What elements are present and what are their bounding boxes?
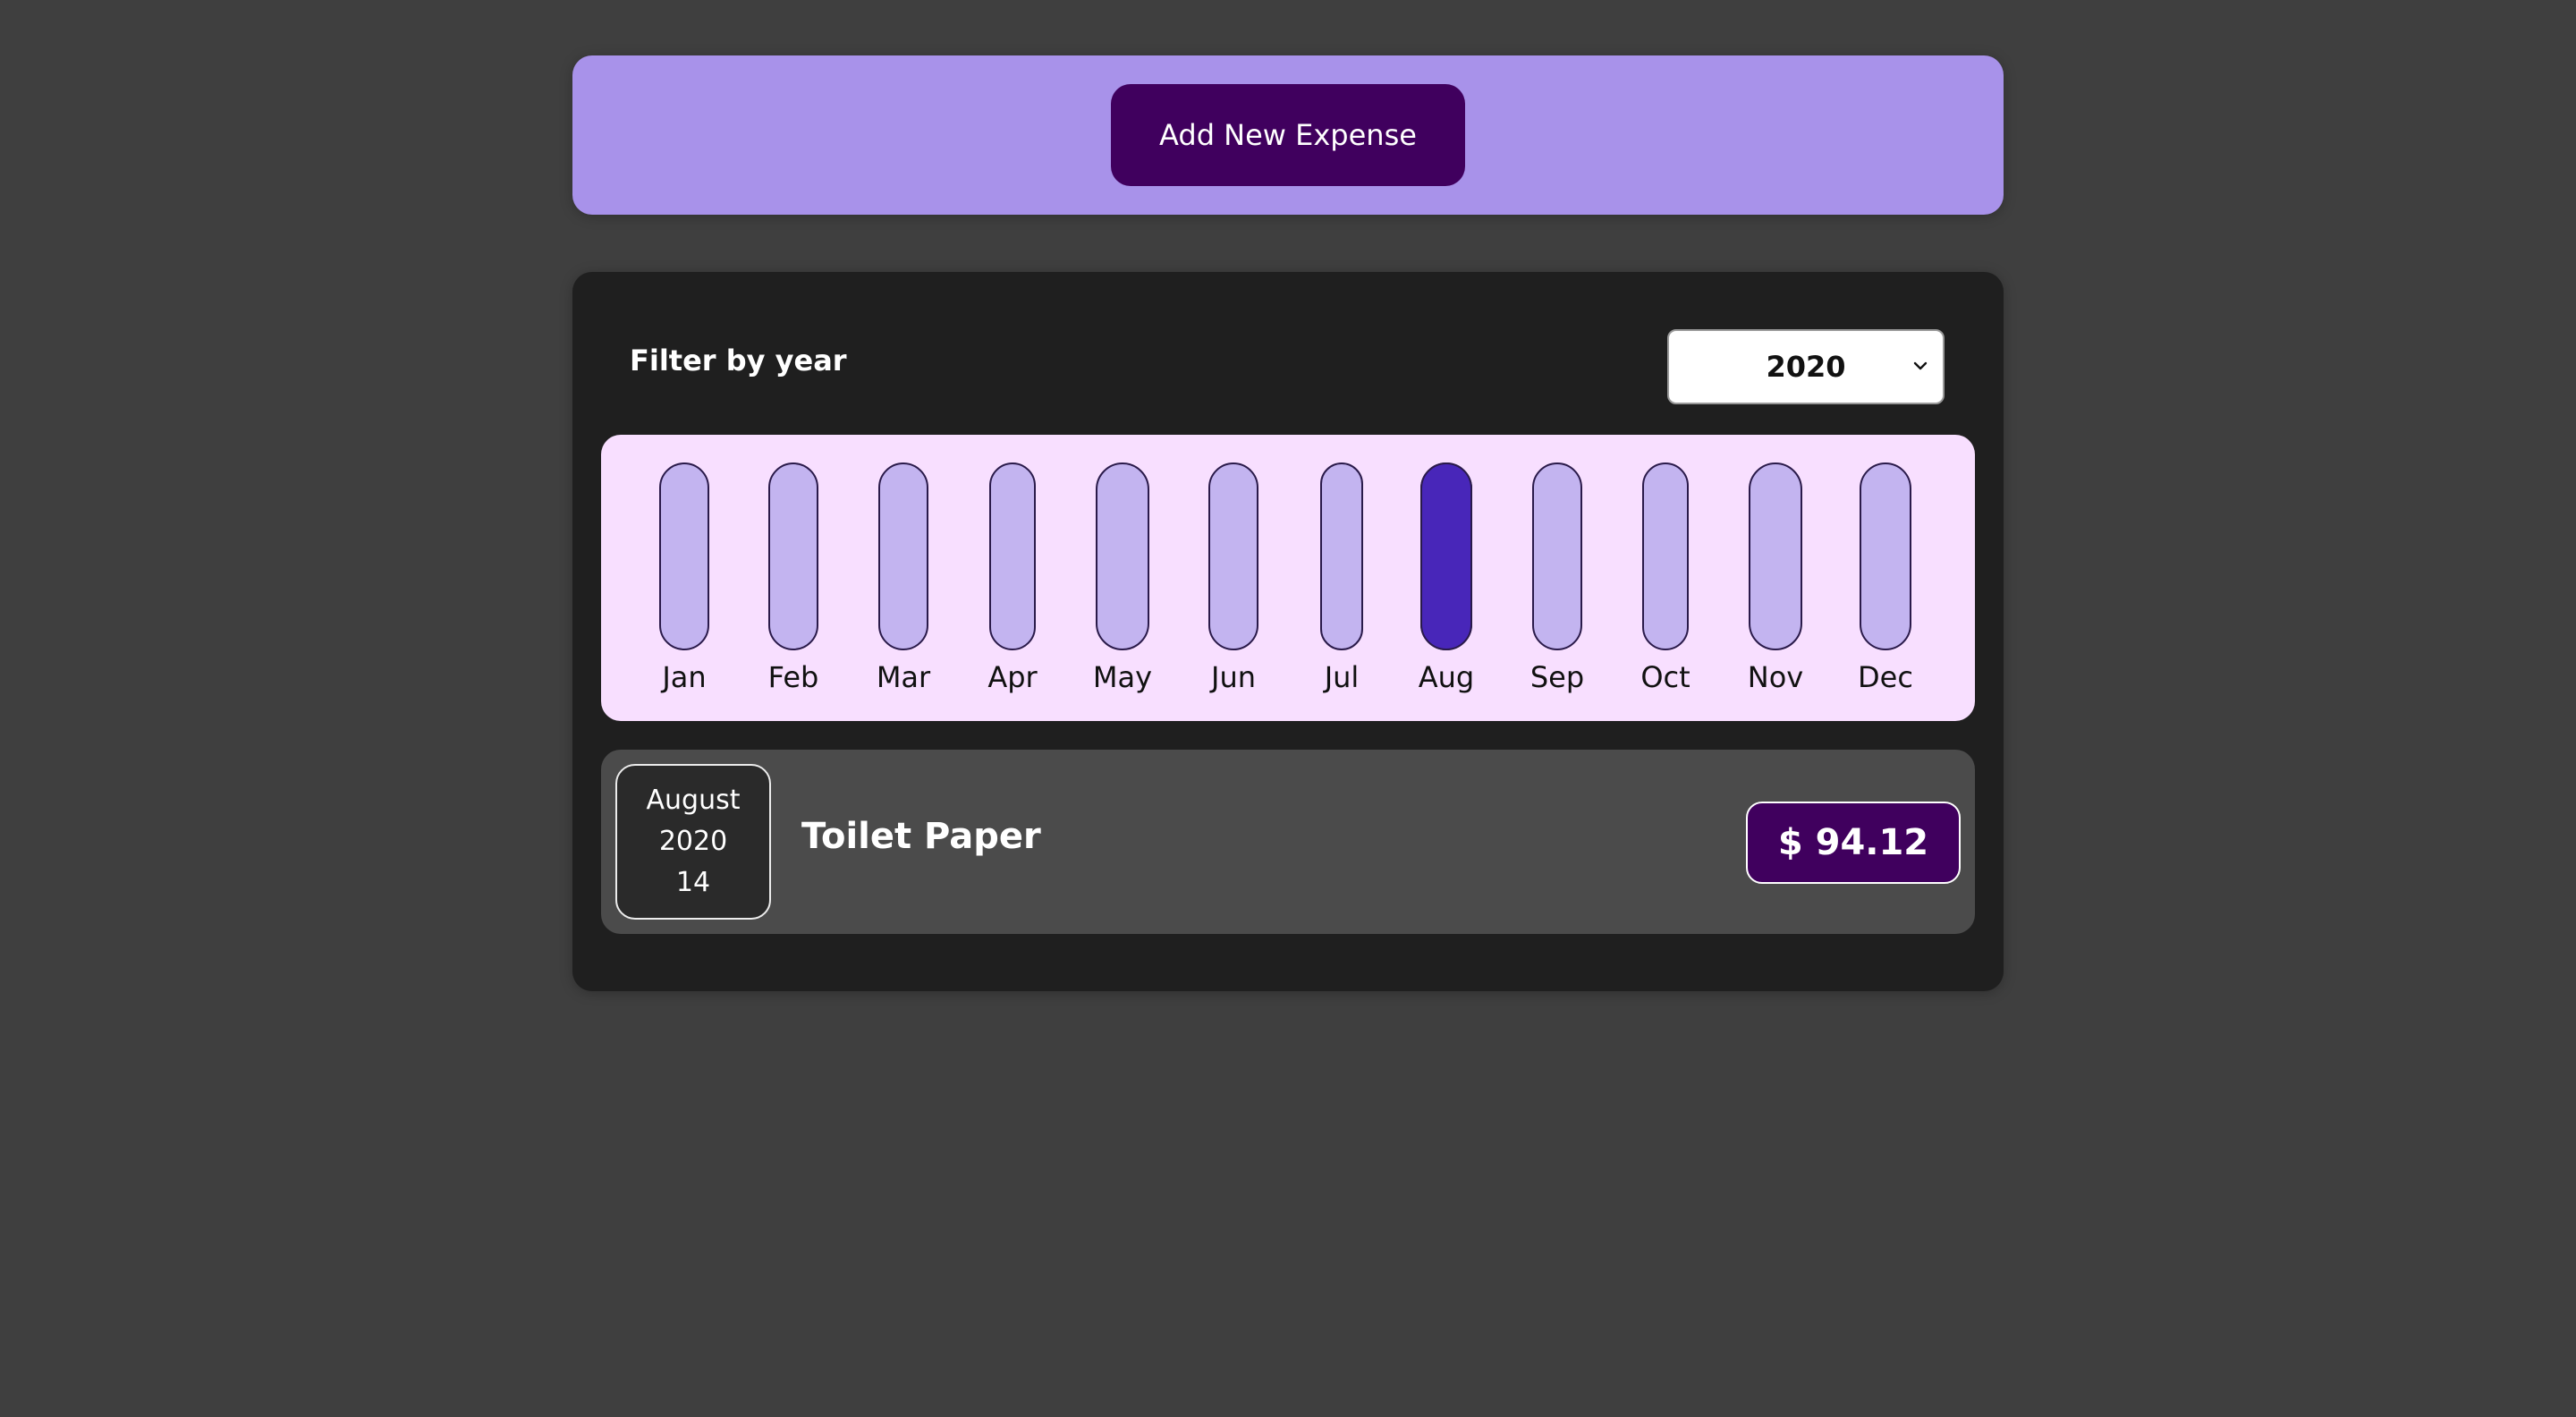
chart-bar-track-mar: [878, 462, 928, 650]
expense-date-year: 2020: [658, 826, 728, 857]
expense-price: $ 94.12: [1746, 802, 1961, 884]
chart-label-sep: Sep: [1530, 660, 1584, 694]
chart-bar-track-apr: [989, 462, 1036, 650]
expenses-chart-svg: Jan Feb Mar Apr May Jun Jul Aug Sep Oct Nov Dec: [659, 462, 1913, 694]
expenses-card: Filter by year 2020 Jan Feb Mar Apr May Jun Ju…: [572, 272, 2004, 991]
chart-bar-track-oct: [1642, 462, 1689, 650]
chart-bar-track-jan: [659, 462, 709, 650]
chart-label-dec: Dec: [1858, 660, 1913, 694]
chevron-down-icon: [1913, 361, 1928, 370]
chart-label-aug: Aug: [1419, 660, 1474, 694]
chart-bar-fill-aug: [1420, 462, 1472, 650]
year-filter-select[interactable]: 2020: [1667, 329, 1945, 404]
chart-label-oct: Oct: [1640, 660, 1690, 694]
chart-label-mar: Mar: [877, 660, 931, 694]
filter-label: Filter by year: [630, 344, 847, 378]
expense-date-month: August: [646, 785, 741, 816]
chart-label-feb: Feb: [768, 660, 819, 694]
new-expense-panel: Add New Expense: [572, 55, 2004, 215]
chart-bar-track-jul: [1320, 462, 1363, 650]
year-filter-value: 2020: [1766, 350, 1846, 384]
chart-bar-track-sep: [1532, 462, 1582, 650]
chart-bar-track-nov: [1749, 462, 1802, 650]
chart-bar-track-may: [1096, 462, 1149, 650]
chart-label-may: May: [1093, 660, 1152, 694]
expense-date: August 2020 14: [615, 764, 771, 920]
expense-item: August 2020 14 Toilet Paper $ 94.12: [601, 750, 1975, 934]
add-new-expense-button[interactable]: Add New Expense: [1111, 84, 1465, 186]
chart-label-nov: Nov: [1748, 660, 1803, 694]
chart-bar-track-feb: [768, 462, 818, 650]
chart-label-jul: Jul: [1323, 660, 1360, 694]
chart-bar-track-dec: [1860, 462, 1911, 650]
chart-label-apr: Apr: [987, 660, 1038, 694]
chart-label-jan: Jan: [660, 660, 706, 694]
expense-title: Toilet Paper: [801, 816, 1041, 857]
chart-bar-track-jun: [1208, 462, 1258, 650]
page: Add New Expense Filter by year 2020 Jan F…: [0, 0, 2576, 1417]
chart-label-jun: Jun: [1209, 660, 1256, 694]
expense-date-day: 14: [675, 867, 711, 898]
expenses-chart: Jan Feb Mar Apr May Jun Jul Aug Sep Oct Nov Dec: [601, 435, 1975, 721]
